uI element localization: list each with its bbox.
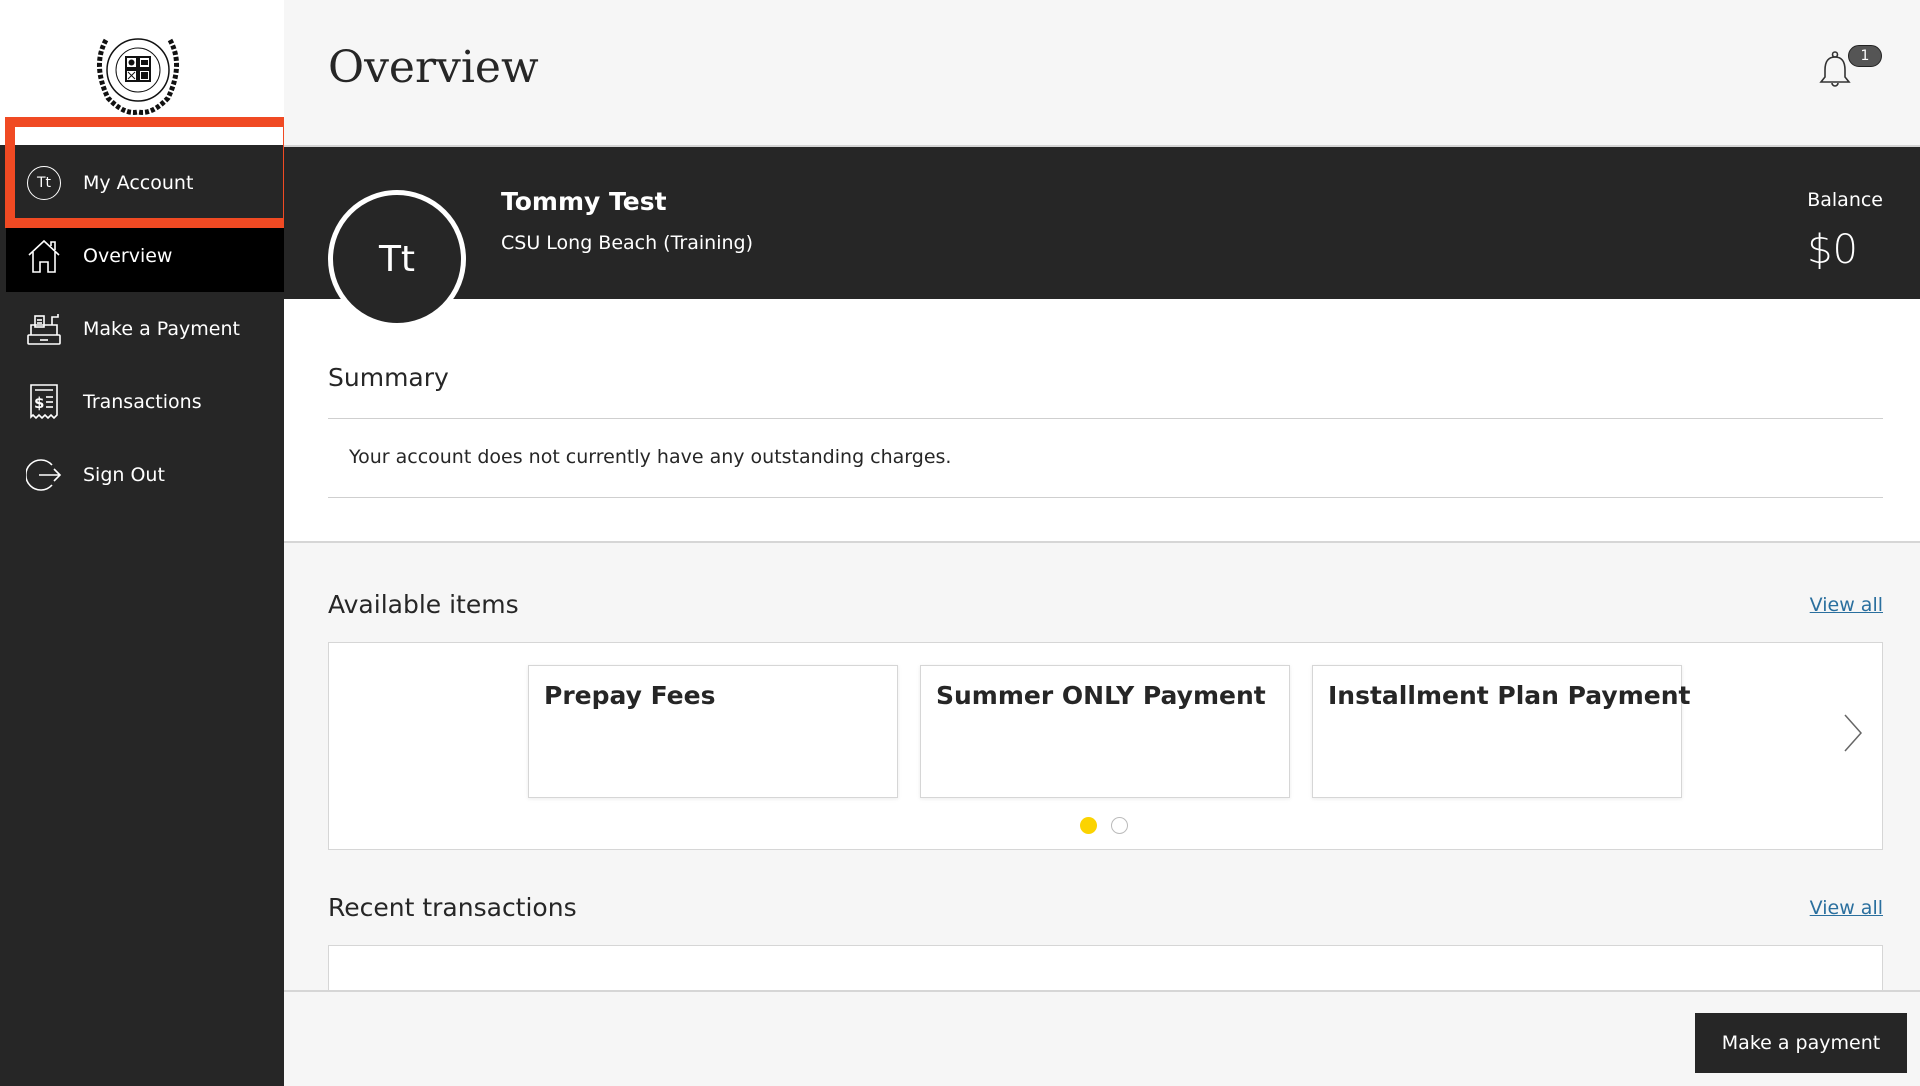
notification-count-badge: 1 [1848,45,1882,67]
sidebar-item-my-account[interactable]: Tt My Account [0,147,284,219]
receipt-icon: $ [26,384,62,420]
avatar: Tt [328,190,466,328]
sidebar-item-overview[interactable]: Overview [6,220,284,292]
user-name: Tommy Test [501,187,667,216]
sidebar-item-label: My Account [83,172,194,194]
available-items-view-all-link[interactable]: View all [1810,594,1883,616]
divider [328,497,1883,498]
sidebar-item-make-a-payment[interactable]: Make a Payment [0,293,284,365]
sidebar: Tt My Account Overview Make a Payment $ … [0,0,293,1086]
divider [328,418,1883,419]
chevron-right-icon[interactable] [1842,713,1864,753]
sign-out-icon [26,457,62,493]
sidebar-item-transactions[interactable]: $ Transactions [0,366,284,438]
carousel-pagination [1080,817,1128,834]
university-seal-logo [97,38,179,115]
page-title: Overview [328,42,539,93]
available-items-title: Available items [328,590,519,619]
page-header: Overview 1 [284,0,1920,147]
available-items-carousel: Prepay Fees Summer ONLY Payment Installm… [328,642,1883,850]
sidebar-item-label: Make a Payment [83,318,240,340]
recent-transactions-view-all-link[interactable]: View all [1810,897,1883,919]
summary-section: Summary Your account does not currently … [284,299,1920,543]
item-card-summer-only-payment[interactable]: Summer ONLY Payment [920,665,1290,798]
carousel-dot-2[interactable] [1111,817,1128,834]
item-card-prepay-fees[interactable]: Prepay Fees [528,665,898,798]
svg-text:$: $ [34,394,44,412]
profile-banner: Tt Tommy Test CSU Long Beach (Training) … [284,147,1920,328]
item-card-title: Prepay Fees [544,681,716,710]
summary-title: Summary [328,363,449,392]
logo-area [0,0,284,145]
summary-message: Your account does not currently have any… [349,446,952,468]
action-footer: Make a payment [284,990,1920,1086]
item-card-title: Installment Plan Payment [1328,681,1691,710]
item-card-title: Summer ONLY Payment [936,681,1266,710]
account-initials: Tt [27,166,61,200]
cash-register-icon [26,311,62,347]
account-avatar-icon: Tt [26,165,62,201]
item-card-installment-plan-payment[interactable]: Installment Plan Payment [1312,665,1690,798]
sidebar-item-label: Sign Out [83,464,165,486]
sidebar-item-label: Overview [83,245,173,267]
balance-value: $0 [1807,227,1858,273]
user-organization: CSU Long Beach (Training) [501,232,753,254]
sidebar-item-label: Transactions [83,391,202,413]
home-icon [26,238,62,274]
bell-icon[interactable] [1818,50,1852,90]
recent-transactions-title: Recent transactions [328,893,577,922]
balance-label: Balance [1807,189,1883,211]
make-payment-button[interactable]: Make a payment [1695,1013,1907,1073]
carousel-dot-1[interactable] [1080,817,1097,834]
sidebar-item-sign-out[interactable]: Sign Out [0,439,284,511]
